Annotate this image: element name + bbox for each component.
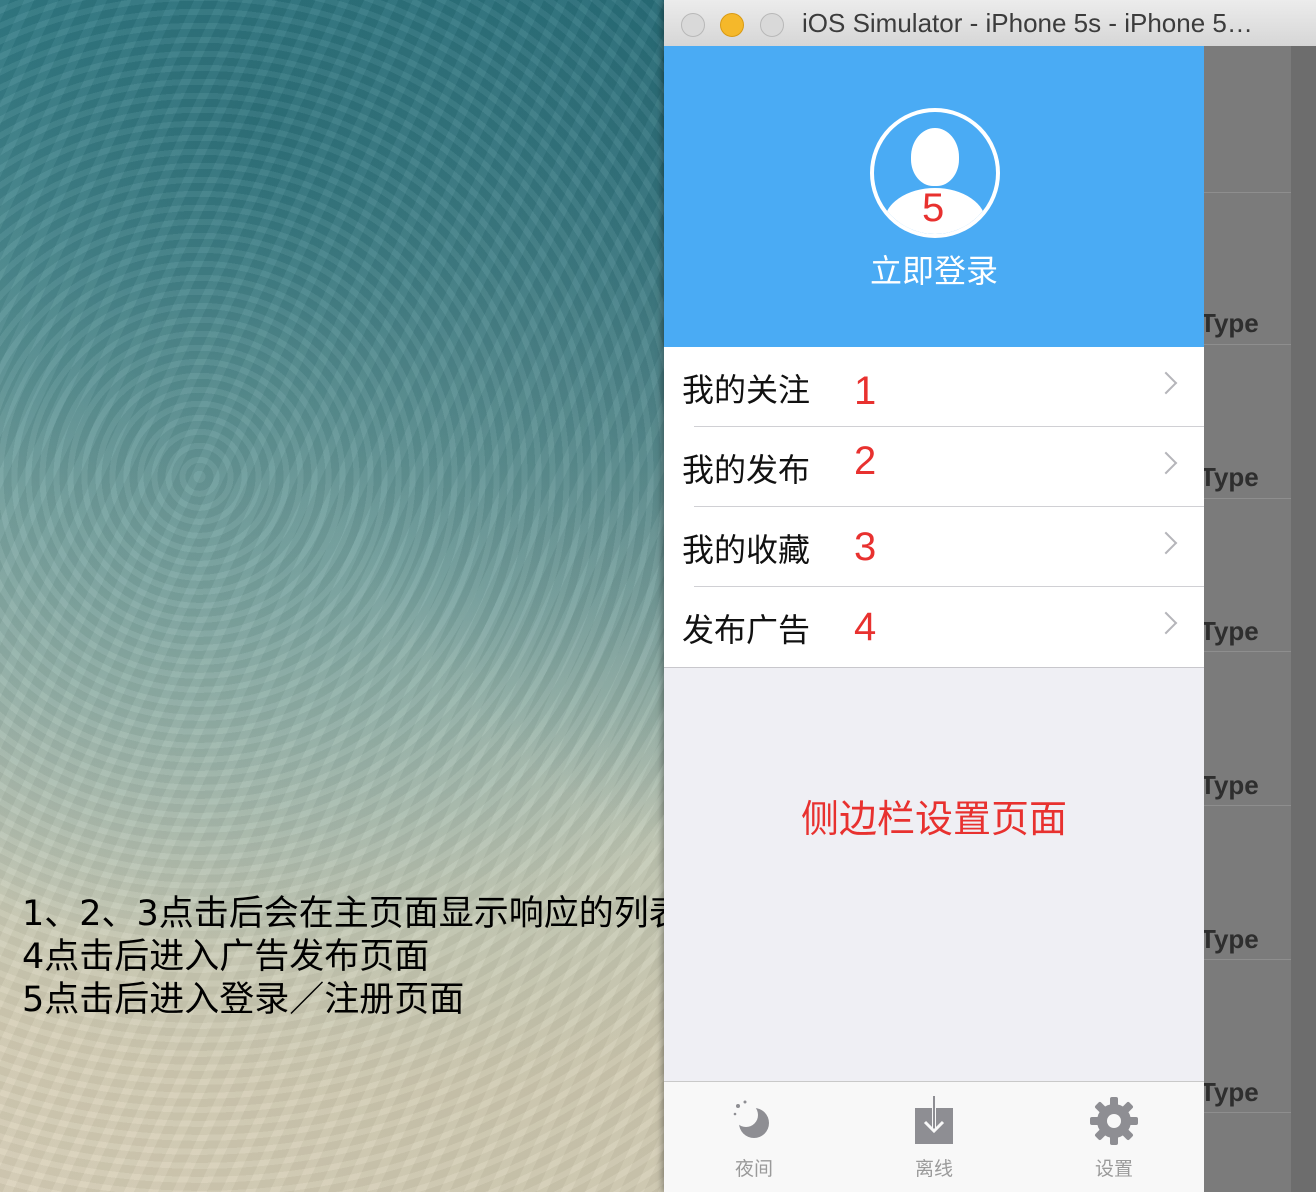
list-item-type: Type	[1200, 1077, 1259, 1107]
chevron-right-icon	[1154, 611, 1178, 635]
menu-item-label: 发布广告	[682, 611, 811, 649]
list-item-type: Type	[1200, 616, 1259, 646]
annotation-number: 1	[854, 369, 877, 413]
divider	[1204, 498, 1291, 499]
note-line: 1、2、3点击后会在主页面显示响应的列表	[22, 894, 684, 934]
tab-label: 离线	[914, 1158, 953, 1180]
close-window-button[interactable]	[681, 13, 705, 37]
minimize-window-button[interactable]	[720, 13, 744, 37]
list-item-type: Type	[1200, 308, 1259, 338]
note-line: 4点击后进入广告发布页面	[22, 937, 430, 977]
menu-item-label: 我的发布	[682, 451, 811, 489]
divider	[1204, 959, 1291, 960]
login-link[interactable]: 立即登录	[664, 246, 1204, 292]
annotation-number: 2	[854, 439, 877, 483]
window-titlebar[interactable]: iOS Simulator - iPhone 5s - iPhone 5…	[664, 0, 1316, 47]
tab-night-mode[interactable]: 夜间	[664, 1082, 844, 1192]
moon-icon	[733, 1100, 769, 1138]
page-caption: 侧边栏设置页面	[800, 797, 1067, 841]
chevron-right-icon	[1154, 371, 1178, 395]
divider	[1204, 1112, 1291, 1113]
tab-label: 设置	[1094, 1158, 1133, 1180]
gear-icon	[1090, 1097, 1138, 1145]
window-title: iOS Simulator - iPhone 5s - iPhone 5…	[802, 8, 1253, 38]
list-item-type: Type	[1200, 462, 1259, 492]
annotation-notes: 1、2、3点击后会在主页面显示响应的列表 4点击后进入广告发布页面 5点击后进入…	[22, 893, 684, 1022]
tab-label: 夜间	[734, 1158, 773, 1180]
simulator-window: iOS Simulator - iPhone 5s - iPhone 5… Ty…	[664, 0, 1316, 1192]
zoom-window-button[interactable]	[760, 13, 784, 37]
annotation-number: 3	[854, 525, 877, 569]
divider	[1204, 651, 1291, 652]
menu-item-label: 我的收藏	[682, 531, 811, 569]
menu-item-posts[interactable]: 我的发布 2	[664, 427, 1204, 507]
list-item-type: Type	[1200, 924, 1259, 954]
divider	[1204, 805, 1291, 806]
tab-settings[interactable]: 设置	[1024, 1082, 1204, 1192]
menu-header: 5 立即登录	[664, 46, 1204, 347]
annotation-number: 5	[922, 186, 945, 230]
chevron-right-icon	[1154, 451, 1178, 475]
menu-item-label: 我的关注	[682, 371, 811, 409]
divider	[1204, 192, 1291, 193]
window-edge	[1291, 46, 1316, 1192]
chevron-right-icon	[1154, 531, 1178, 555]
list-item-type: Type	[1200, 770, 1259, 800]
tab-bar: 夜间 离线 设置	[664, 1081, 1204, 1192]
side-menu: 5 立即登录 我的关注 1 我的发布 2 我的收藏 3 发布广告 4 侧边栏设置…	[664, 46, 1204, 1192]
download-icon	[915, 1096, 953, 1144]
menu-list: 我的关注 1 我的发布 2 我的收藏 3 发布广告 4	[664, 347, 1204, 668]
annotation-number: 4	[854, 605, 877, 649]
tab-offline[interactable]: 离线	[844, 1082, 1024, 1192]
menu-item-publish-ad[interactable]: 发布广告 4	[664, 587, 1204, 667]
menu-item-favorites[interactable]: 我的收藏 3	[664, 507, 1204, 587]
menu-item-follows[interactable]: 我的关注 1	[664, 347, 1204, 427]
divider	[1204, 344, 1291, 345]
note-line: 5点击后进入登录／注册页面	[22, 980, 465, 1020]
main-page-peek[interactable]: Type Type Type Type Type Type	[1200, 46, 1316, 1192]
